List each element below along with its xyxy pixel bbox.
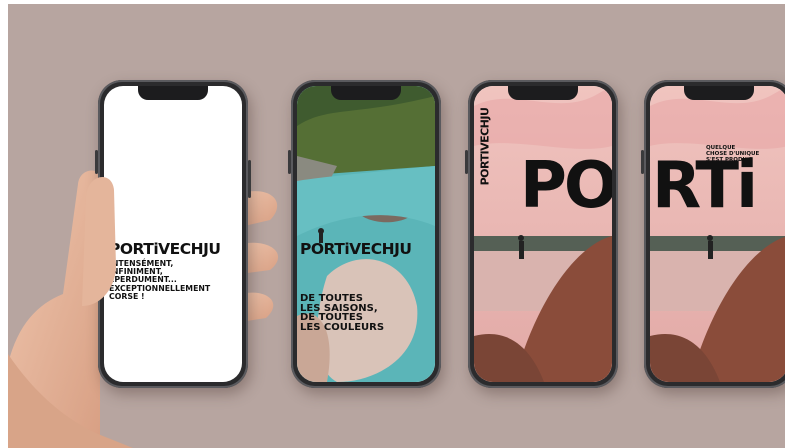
big-letters: PO <box>520 149 612 223</box>
phone-mockup-4: QUELQUE CHOSE D'UNIQUE S'EST PRODUIT RTi <box>641 80 785 388</box>
side-button <box>641 150 644 174</box>
phone-mockup-2: PORTiVECHJU DE TOUTES LES SAISONS, DE TO… <box>288 80 441 388</box>
big-letters: RTi <box>652 149 758 223</box>
mockup-background: PORTiVECHJU INTENSÉMENT, INFINIMENT, ÉPE… <box>8 4 785 448</box>
side-button <box>248 160 251 198</box>
brand-logo: PORTiVECHJU <box>300 240 412 258</box>
brand-vertical: PORTIVECHJU <box>478 107 492 186</box>
phone-mockup-3: PORTIVECHJU PO <box>465 80 618 388</box>
phone-notch <box>508 86 578 100</box>
sunset-photo <box>474 86 612 382</box>
phone-screen-2: PORTiVECHJU DE TOUTES LES SAISONS, DE TO… <box>297 86 435 382</box>
phone-notch <box>331 86 401 100</box>
phone-screen-3: PORTIVECHJU PO <box>474 86 612 382</box>
tagline: DE TOUTES LES SAISONS, DE TOUTES LES COU… <box>300 294 384 332</box>
lagoon-photo <box>297 86 435 382</box>
phone-notch <box>138 86 208 100</box>
phone-notch <box>684 86 754 100</box>
side-button <box>465 150 468 174</box>
tagline-line: LES COULEURS <box>300 321 385 333</box>
phone-screen-4: QUELQUE CHOSE D'UNIQUE S'EST PRODUIT RTi <box>650 86 785 382</box>
thumb-illustration <box>82 177 116 306</box>
sunset-photo <box>650 86 785 382</box>
side-button <box>288 150 291 174</box>
